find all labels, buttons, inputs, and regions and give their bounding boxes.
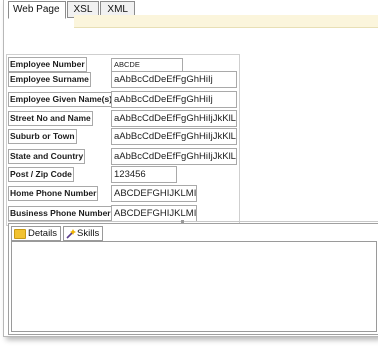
- info-banner: [74, 15, 382, 28]
- page-edge: [378, 0, 390, 346]
- employee-number-field[interactable]: ABCDE: [111, 58, 183, 72]
- splitter-line: [8, 221, 378, 222]
- business-phone-label: Business Phone Number: [8, 206, 113, 221]
- tab-details[interactable]: Details: [11, 226, 62, 241]
- tab-skills-label: Skills: [77, 228, 100, 239]
- employee-surname-label: Employee Surname: [8, 72, 91, 87]
- suburb-field[interactable]: aAbBcCdDeEfFgGhHiIjJkKlL: [111, 128, 237, 145]
- tab-web-page[interactable]: Web Page: [8, 1, 66, 19]
- details-content: [11, 241, 377, 332]
- details-panel: Details Skills: [8, 223, 380, 335]
- suburb-label: Suburb or Town: [8, 129, 77, 144]
- employee-given-names-field[interactable]: aAbBcCdDeEfFgGhHiIj: [111, 91, 237, 108]
- wand-icon: [66, 228, 77, 239]
- employee-given-names-label: Employee Given Name(s): [8, 92, 115, 107]
- state-country-field[interactable]: aAbBcCdDeEfFgGhHiIjJkKlL: [111, 148, 237, 165]
- details-tabs: Details Skills: [11, 226, 105, 241]
- employee-surname-field[interactable]: aAbBcCdDeEfFgGhHiIj: [111, 71, 237, 88]
- home-phone-field[interactable]: ABCDEFGHIJKLMI: [111, 185, 197, 202]
- home-phone-label: Home Phone Number: [8, 186, 99, 201]
- street-label: Street No and Name: [8, 111, 93, 126]
- folder-icon: [14, 228, 26, 239]
- tab-details-label: Details: [28, 228, 58, 239]
- post-code-field[interactable]: 123456: [111, 166, 177, 183]
- employee-number-label: Employee Number: [8, 57, 87, 72]
- post-code-label: Post / Zip Code: [8, 167, 74, 182]
- tab-skills[interactable]: Skills: [63, 226, 104, 241]
- street-field[interactable]: aAbBcCdDeEfFgGhHiIjJkKlL: [111, 110, 237, 127]
- business-phone-field[interactable]: ABCDEFGHIJKLMI: [111, 205, 197, 222]
- state-country-label: State and Country: [8, 149, 86, 164]
